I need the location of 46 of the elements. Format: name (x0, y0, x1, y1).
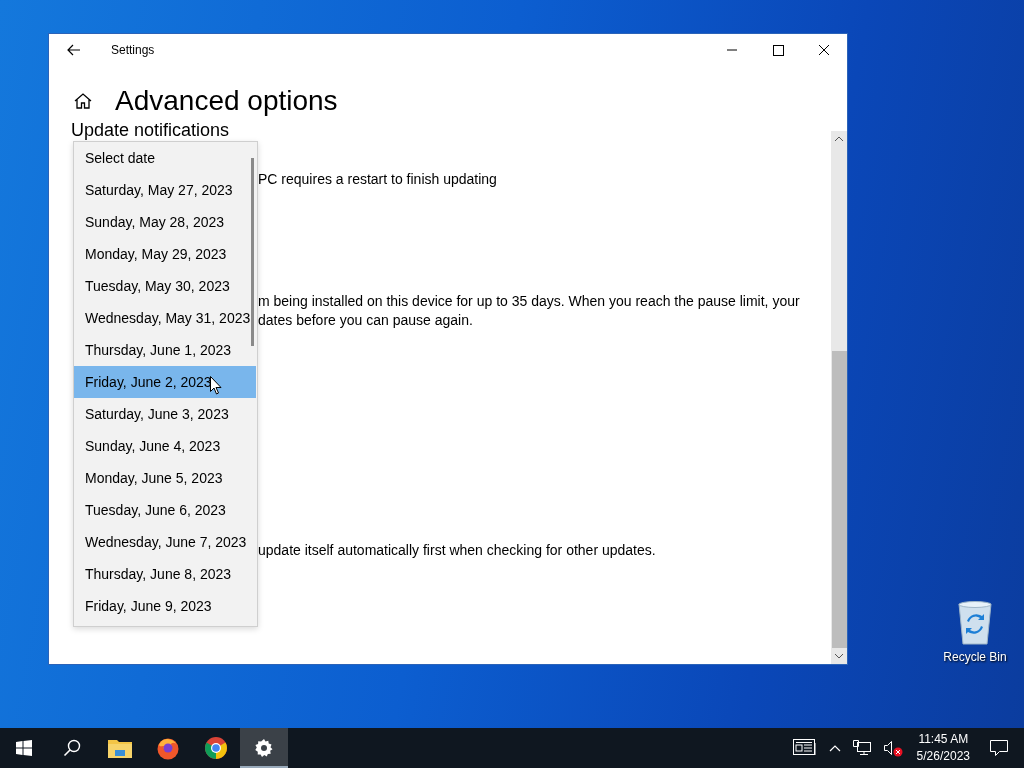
chevron-up-icon[interactable] (828, 744, 841, 752)
date-option[interactable]: Saturday, June 3, 2023 (74, 398, 256, 430)
network-icon[interactable] (852, 740, 871, 756)
scroll-down-icon[interactable] (834, 651, 844, 661)
windows-logo-icon[interactable] (16, 740, 32, 756)
clock-time[interactable]: 11:45 AM (918, 731, 969, 748)
date-option[interactable]: Select date (74, 142, 256, 174)
folder-icon[interactable] (108, 738, 132, 758)
back-arrow-icon[interactable] (66, 42, 82, 58)
setting-description: m being installed on this device for up to 35 days. When you reach the pause limit, your (258, 292, 801, 311)
scrollbar-thumb[interactable] (832, 351, 847, 648)
date-option[interactable]: Thursday, June 1, 2023 (74, 334, 256, 366)
setting-description: PC requires a restart to finish updating (258, 170, 498, 189)
date-option[interactable]: Monday, May 29, 2023 (74, 238, 256, 270)
date-option[interactable]: Friday, June 9, 2023 (74, 590, 256, 622)
setting-description: update itself automatically first when checking for other updates. (258, 541, 657, 560)
search-icon[interactable] (63, 739, 81, 757)
date-option[interactable]: Sunday, June 4, 2023 (74, 430, 256, 462)
firefox-icon[interactable] (156, 736, 180, 760)
date-option[interactable]: Wednesday, June 7, 2023 (74, 526, 256, 558)
home-icon[interactable] (73, 91, 93, 111)
date-option[interactable]: Monday, June 5, 2023 (74, 462, 256, 494)
recycle-bin-icon[interactable] (955, 600, 995, 646)
date-option[interactable]: Sunday, May 28, 2023 (74, 206, 256, 238)
scroll-up-icon[interactable] (834, 134, 844, 144)
clock-date[interactable]: 5/26/2023 (916, 748, 970, 765)
scrollbar-thumb[interactable] (251, 158, 254, 346)
section-heading: Update notifications (71, 120, 230, 140)
gear-icon[interactable] (254, 738, 274, 758)
page-heading: Advanced options (115, 84, 338, 118)
window-title: Settings (111, 43, 155, 57)
cursor-icon (210, 376, 222, 395)
scrollbar[interactable] (831, 131, 847, 664)
speaker-icon[interactable] (882, 739, 903, 757)
chrome-icon[interactable] (204, 736, 228, 760)
news-icon[interactable] (792, 739, 817, 757)
setting-description: dates before you can pause again. (258, 311, 474, 330)
taskbar-button[interactable] (240, 728, 288, 768)
date-option[interactable]: Tuesday, June 6, 2023 (74, 494, 256, 526)
notification-icon[interactable] (990, 740, 1008, 756)
desktop-icon-label[interactable]: Recycle Bin (943, 650, 1007, 664)
date-option[interactable]: Saturday, May 27, 2023 (74, 174, 256, 206)
date-option[interactable]: Friday, June 2, 2023 (74, 366, 256, 398)
date-option[interactable]: Thursday, June 8, 2023 (74, 558, 256, 590)
date-option[interactable]: Tuesday, May 30, 2023 (74, 270, 256, 302)
date-option[interactable]: Wednesday, May 31, 2023 (74, 302, 256, 334)
